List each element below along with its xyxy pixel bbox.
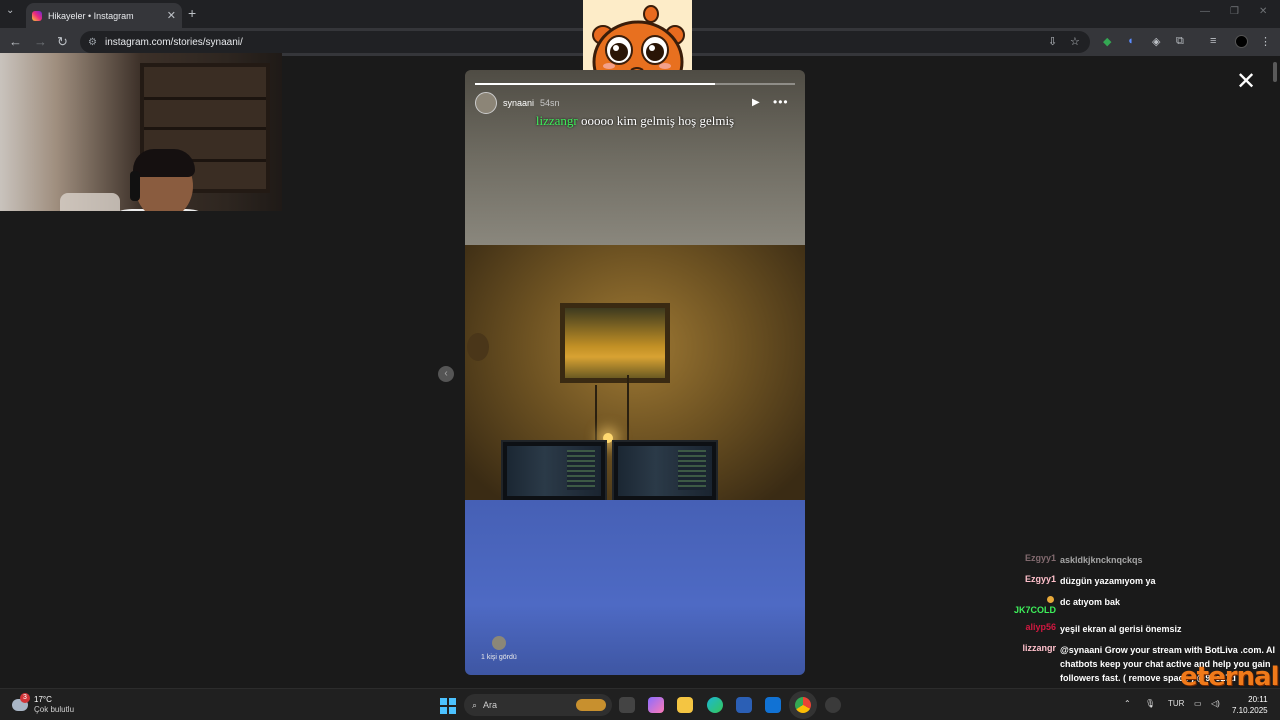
weather-desc: Çok bulutlu <box>34 705 75 714</box>
chat-username: aliyp56 <box>1025 622 1056 632</box>
tab-search-icon[interactable]: ⌄ <box>6 5 14 16</box>
cloud-icon: 3 <box>12 693 30 711</box>
previous-story-button[interactable]: ‹ <box>438 366 454 382</box>
story-viewers[interactable]: 1 kişi gördü <box>481 636 517 661</box>
wall-painting <box>560 303 670 383</box>
webcam-headset <box>130 171 140 201</box>
weather-widget[interactable]: 3 17°C Çok bulutlu <box>12 693 75 715</box>
maximize-icon[interactable]: ❐ <box>1230 6 1239 17</box>
chat-text: askldkjkncknqckqs <box>1060 555 1143 565</box>
task-view-icon[interactable] <box>619 697 635 713</box>
extensions-puzzle-icon[interactable]: ⧉ <box>1176 35 1184 48</box>
monitor-right <box>612 440 718 502</box>
search-icon: ⌕ <box>472 699 478 710</box>
webcam-person-hair <box>133 149 195 177</box>
windows-start-icon[interactable] <box>440 698 456 714</box>
media-controls-icon[interactable]: ≡ <box>1210 35 1216 47</box>
story-viewer[interactable]: synaani 54sn ▶ ••• lizzangr ooooo kim ge… <box>465 70 805 675</box>
close-story-icon[interactable]: ✕ <box>1236 70 1256 94</box>
edge-icon[interactable] <box>707 697 723 713</box>
chrome-icon[interactable] <box>795 697 811 713</box>
more-options-icon[interactable]: ••• <box>773 95 789 109</box>
story-room-photo <box>465 245 805 502</box>
taskbar-clock[interactable]: 20:11 7.10.2025 <box>1232 694 1268 716</box>
outlook-icon[interactable] <box>765 697 781 713</box>
story-header: synaani 54sn <box>475 92 560 114</box>
chat-user-with-badge: JK7COLD <box>990 595 1056 615</box>
copilot-icon[interactable] <box>648 697 664 713</box>
taskbar-search[interactable]: ⌕ Ara <box>464 694 612 716</box>
tab-instagram-stories[interactable]: Hikayeler • Instagram ✕ <box>26 3 182 28</box>
chat-username: Ezgyy1 <box>1024 574 1056 584</box>
file-explorer-icon[interactable] <box>677 697 693 713</box>
bookmark-star-icon[interactable]: ☆ <box>1070 35 1080 48</box>
tray-overflow-icon[interactable]: ⌃ <box>1124 699 1131 708</box>
clock-date: 7.10.2025 <box>1232 706 1268 715</box>
chat-message: Ezgyy1 askldkjkncknqckqs <box>990 553 1280 567</box>
instagram-favicon-icon <box>32 10 42 21</box>
chat-username: lizzangr <box>1022 643 1056 653</box>
weather-temp: 17°C <box>34 695 52 704</box>
chat-text: dc atıyom bak <box>1060 597 1121 607</box>
obs-icon[interactable] <box>825 697 841 713</box>
light-stand-2 <box>627 375 629 445</box>
story-time: 54sn <box>540 98 560 108</box>
weather-badge: 3 <box>20 693 30 703</box>
profile-avatar[interactable] <box>1235 35 1248 48</box>
windows-taskbar: 3 17°C Çok bulutlu ⌕ Ara ⌃ 🎙 TUR ▭ ◁) 20… <box>0 688 1280 720</box>
site-info-icon[interactable]: ⚙ <box>88 37 97 48</box>
clock-time: 20:11 <box>1248 695 1268 704</box>
monitor-left <box>501 440 607 502</box>
chat-message: Ezgyy1 düzgün yazamıyom ya <box>990 574 1280 588</box>
back-icon[interactable]: ← <box>9 34 22 49</box>
light-stand <box>595 385 597 445</box>
caption-username: lizzangr <box>535 113 578 128</box>
story-username[interactable]: synaani <box>503 98 534 108</box>
viewers-count-text: 1 kişi gördü <box>481 654 517 661</box>
chat-message: aliyp56 yeşil ekran al gerisi önemsiz <box>990 622 1280 636</box>
webcam-chair <box>60 193 120 211</box>
new-tab-button[interactable]: + <box>188 5 196 21</box>
chat-text: yeşil ekran al gerisi önemsiz <box>1060 624 1182 634</box>
extension-diamond-icon[interactable]: ◈ <box>1152 35 1160 48</box>
network-icon[interactable]: ▭ <box>1194 699 1202 708</box>
play-icon[interactable]: ▶ <box>752 97 760 108</box>
viewer-avatar <box>491 636 506 650</box>
tab-title: Hikayeler • Instagram <box>48 10 134 21</box>
story-progress-bar <box>475 83 795 85</box>
close-tab-icon[interactable]: ✕ <box>167 9 176 22</box>
volume-icon[interactable]: ◁) <box>1211 699 1220 708</box>
badge-icon <box>1047 596 1054 603</box>
minimize-icon[interactable]: — <box>1200 6 1210 17</box>
search-highlight-icon <box>576 699 606 711</box>
wall-clock <box>467 333 489 361</box>
story-user-avatar[interactable] <box>475 92 497 114</box>
chat-username: Ezgyy1 <box>1024 553 1056 563</box>
caption-text: ooooo kim gelmiş hoş gelmiş <box>581 113 735 128</box>
url-text: instagram.com/stories/synaani/ <box>104 36 243 48</box>
chat-text: düzgün yazamıyom ya <box>1060 576 1156 586</box>
search-placeholder: Ara <box>483 700 498 710</box>
story-overlay-caption: lizzangr ooooo kim gelmiş hoş gelmiş <box>465 113 805 129</box>
chat-message: JK7COLD dc atıyom bak <box>990 595 1280 615</box>
install-app-icon[interactable]: ⇩ <box>1048 35 1057 48</box>
webcam-overlay <box>0 53 282 211</box>
brand-logo: eternal <box>1180 662 1279 692</box>
shield-extension-icon[interactable]: ◆ <box>1103 35 1111 48</box>
audio-extension-icon[interactable]: ◖ <box>1127 35 1134 47</box>
language-indicator[interactable]: TUR <box>1168 699 1184 708</box>
close-window-icon[interactable]: ✕ <box>1259 6 1267 17</box>
browser-menu-icon[interactable]: ⋮ <box>1260 35 1271 48</box>
store-icon[interactable] <box>736 697 752 713</box>
forward-icon[interactable]: → <box>34 34 47 49</box>
microphone-icon[interactable]: 🎙 <box>1145 699 1155 708</box>
reload-icon[interactable]: ↻ <box>57 34 68 50</box>
chat-username: JK7COLD <box>1013 605 1056 615</box>
